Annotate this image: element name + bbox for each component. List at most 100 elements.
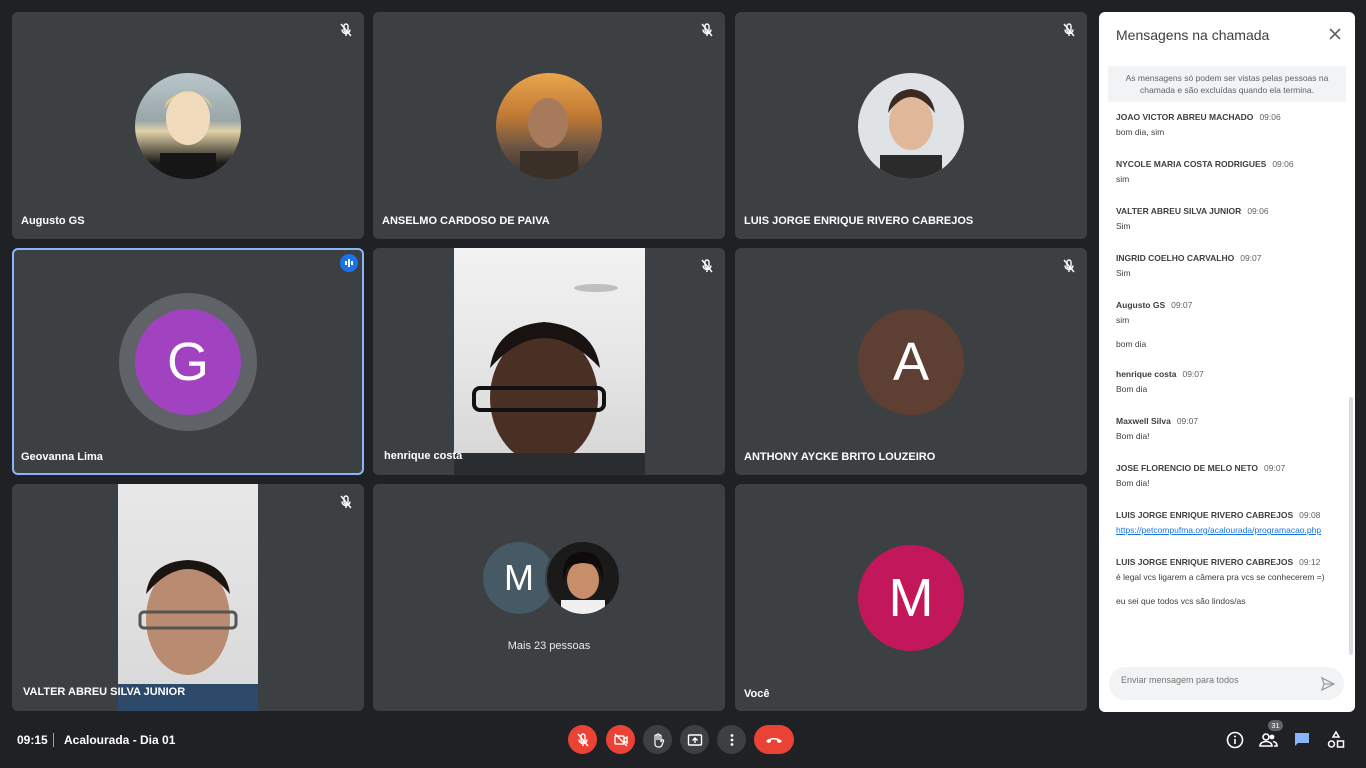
- participants-icon[interactable]: [1258, 730, 1278, 750]
- participant-avatar-self: M: [858, 545, 964, 651]
- message-text: bom dia, sim: [1116, 127, 1165, 137]
- more-participants-tile[interactable]: M Mais 23 pessoas: [373, 484, 725, 711]
- message-text: Bom dia!: [1116, 431, 1150, 441]
- participant-name: ANSELMO CARDOSO DE PAIVA: [382, 215, 550, 227]
- send-icon[interactable]: [1320, 676, 1336, 692]
- message-text: Bom dia: [1116, 384, 1148, 394]
- more-participants-label: Mais 23 pessoas: [507, 640, 591, 652]
- message-sender: LUIS JORGE ENRIQUE RIVERO CABREJOS: [1116, 557, 1294, 567]
- message-text: Sim: [1116, 221, 1131, 231]
- message-list: JOAO VICTOR ABREU MACHADO 09:06 bom dia, …: [1116, 112, 1341, 626]
- mic-off-icon: [340, 495, 352, 509]
- mic-off-icon: [1063, 259, 1075, 273]
- camera-off-icon: [613, 733, 628, 746]
- participant-tile-augusto[interactable]: Augusto GS: [12, 12, 364, 239]
- participant-video-henrique: [454, 248, 645, 475]
- chat-notice: As mensagens só podem ser vistas pelas p…: [1108, 66, 1346, 102]
- message-sender: INGRID COELHO CARVALHO: [1116, 253, 1235, 263]
- chat-panel-title: Mensagens na chamada: [1116, 27, 1270, 43]
- chat-message: INGRID COELHO CARVALHO 09:07 Sim: [1116, 253, 1341, 280]
- message-time: 09:07: [1264, 463, 1286, 473]
- participant-avatar-geovanna: G: [135, 309, 241, 415]
- participant-name: Você: [744, 688, 770, 700]
- mic-off-icon: [701, 259, 713, 273]
- chat-message: VALTER ABREU SILVA JUNIOR 09:06 Sim: [1116, 206, 1341, 233]
- message-text: sim: [1116, 174, 1130, 184]
- participant-avatar-anselmo: [496, 73, 602, 179]
- meeting-title: Acalourada - Dia 01: [64, 733, 176, 747]
- participant-tile-valter[interactable]: VALTER ABREU SILVA JUNIOR: [12, 484, 364, 711]
- message-sender: JOSE FLORENCIO DE MELO NETO: [1116, 463, 1258, 473]
- participant-tile-luis[interactable]: LUIS JORGE ENRIQUE RIVERO CABREJOS: [735, 12, 1087, 239]
- chat-message: LUIS JORGE ENRIQUE RIVERO CABREJOS 09:12 …: [1116, 557, 1341, 606]
- message-sender: Augusto GS: [1116, 300, 1166, 310]
- chat-icon[interactable]: [1292, 730, 1312, 750]
- meeting-details-icon[interactable]: [1225, 730, 1245, 750]
- participant-avatar-anthony: A: [858, 309, 964, 415]
- message-sender: VALTER ABREU SILVA JUNIOR: [1116, 206, 1242, 216]
- chat-message: Maxwell Silva 09:07 Bom dia!: [1116, 416, 1341, 443]
- speaking-indicator-icon: [340, 254, 358, 272]
- participant-video-valter: [118, 484, 258, 711]
- chat-message: JOSE FLORENCIO DE MELO NETO 09:07 Bom dia…: [1116, 463, 1341, 490]
- message-text: bom dia: [1116, 339, 1147, 349]
- hang-up-icon: [766, 737, 782, 743]
- participant-tile-self[interactable]: M Você: [735, 484, 1087, 711]
- chat-message-input[interactable]: [1121, 675, 1311, 685]
- message-time: 09:12: [1299, 557, 1321, 567]
- bottom-control-bar: 09:15 Acalourada - Dia 01 31: [0, 720, 1366, 768]
- message-text: é legal vcs ligarem a câmera pra vcs se …: [1116, 572, 1325, 582]
- chat-message: henrique costa 09:07 Bom dia: [1116, 369, 1341, 396]
- message-text: Sim: [1116, 268, 1131, 278]
- chat-message: NYCOLE MARIA COSTA RODRIGUES 09:06 sim: [1116, 159, 1341, 186]
- mic-off-icon: [701, 23, 713, 37]
- chat-panel: Mensagens na chamada As mensagens só pod…: [1099, 12, 1355, 712]
- participant-avatar-augusto: [135, 73, 241, 179]
- message-time: 09:06: [1247, 206, 1269, 216]
- participant-avatar-luis: [858, 73, 964, 179]
- message-text: sim: [1116, 315, 1130, 325]
- participant-tile-geovanna[interactable]: G Geovanna Lima: [12, 248, 364, 475]
- mic-off-icon: [340, 23, 352, 37]
- participants-count-badge: 31: [1268, 720, 1283, 731]
- message-text: Bom dia!: [1116, 478, 1150, 488]
- present-screen-button[interactable]: [680, 725, 709, 754]
- message-time: 09:08: [1299, 510, 1321, 520]
- hand-icon: [653, 732, 664, 748]
- message-time: 09:06: [1259, 112, 1281, 122]
- message-sender: LUIS JORGE ENRIQUE RIVERO CABREJOS: [1116, 510, 1294, 520]
- participant-name: Geovanna Lima: [21, 451, 103, 463]
- chat-message: Augusto GS 09:07 sim bom dia: [1116, 300, 1341, 349]
- participant-tile-anthony[interactable]: A ANTHONY AYCKE BRITO LOUZEIRO: [735, 248, 1087, 475]
- message-link[interactable]: https://petcompufma.org/acalourada/progr…: [1116, 525, 1321, 535]
- message-text: eu sei que todos vcs são lindos/as: [1116, 596, 1246, 606]
- participant-name: henrique costa: [384, 450, 463, 462]
- chat-input-container: [1109, 667, 1344, 700]
- message-time: 09:07: [1240, 253, 1262, 263]
- close-icon[interactable]: [1327, 26, 1343, 42]
- mic-off-icon: [576, 732, 589, 746]
- leave-call-button[interactable]: [754, 725, 794, 754]
- activities-icon[interactable]: [1326, 730, 1346, 750]
- participant-name: LUIS JORGE ENRIQUE RIVERO CABREJOS: [744, 215, 974, 227]
- message-sender: henrique costa: [1116, 369, 1177, 379]
- participant-tile-henrique[interactable]: henrique costa: [373, 248, 725, 475]
- chat-message: LUIS JORGE ENRIQUE RIVERO CABREJOS 09:08 …: [1116, 510, 1341, 537]
- camera-toggle-button[interactable]: [606, 725, 635, 754]
- more-options-button[interactable]: [717, 725, 746, 754]
- chat-message: JOAO VICTOR ABREU MACHADO 09:06 bom dia, …: [1116, 112, 1341, 139]
- microphone-toggle-button[interactable]: [568, 725, 597, 754]
- message-time: 09:07: [1182, 369, 1204, 379]
- more-vertical-icon: [730, 733, 733, 746]
- divider: [53, 733, 54, 747]
- message-sender: JOAO VICTOR ABREU MACHADO: [1116, 112, 1254, 122]
- raise-hand-button[interactable]: [643, 725, 672, 754]
- message-time: 09:06: [1272, 159, 1294, 169]
- participant-tile-anselmo[interactable]: ANSELMO CARDOSO DE PAIVA: [373, 12, 725, 239]
- message-time: 09:07: [1176, 416, 1199, 426]
- message-time: 09:07: [1171, 300, 1193, 310]
- message-sender: NYCOLE MARIA COSTA RODRIGUES: [1116, 159, 1267, 169]
- mic-off-icon: [1063, 23, 1075, 37]
- participant-name: ANTHONY AYCKE BRITO LOUZEIRO: [744, 451, 936, 463]
- chat-scrollbar[interactable]: [1349, 397, 1353, 655]
